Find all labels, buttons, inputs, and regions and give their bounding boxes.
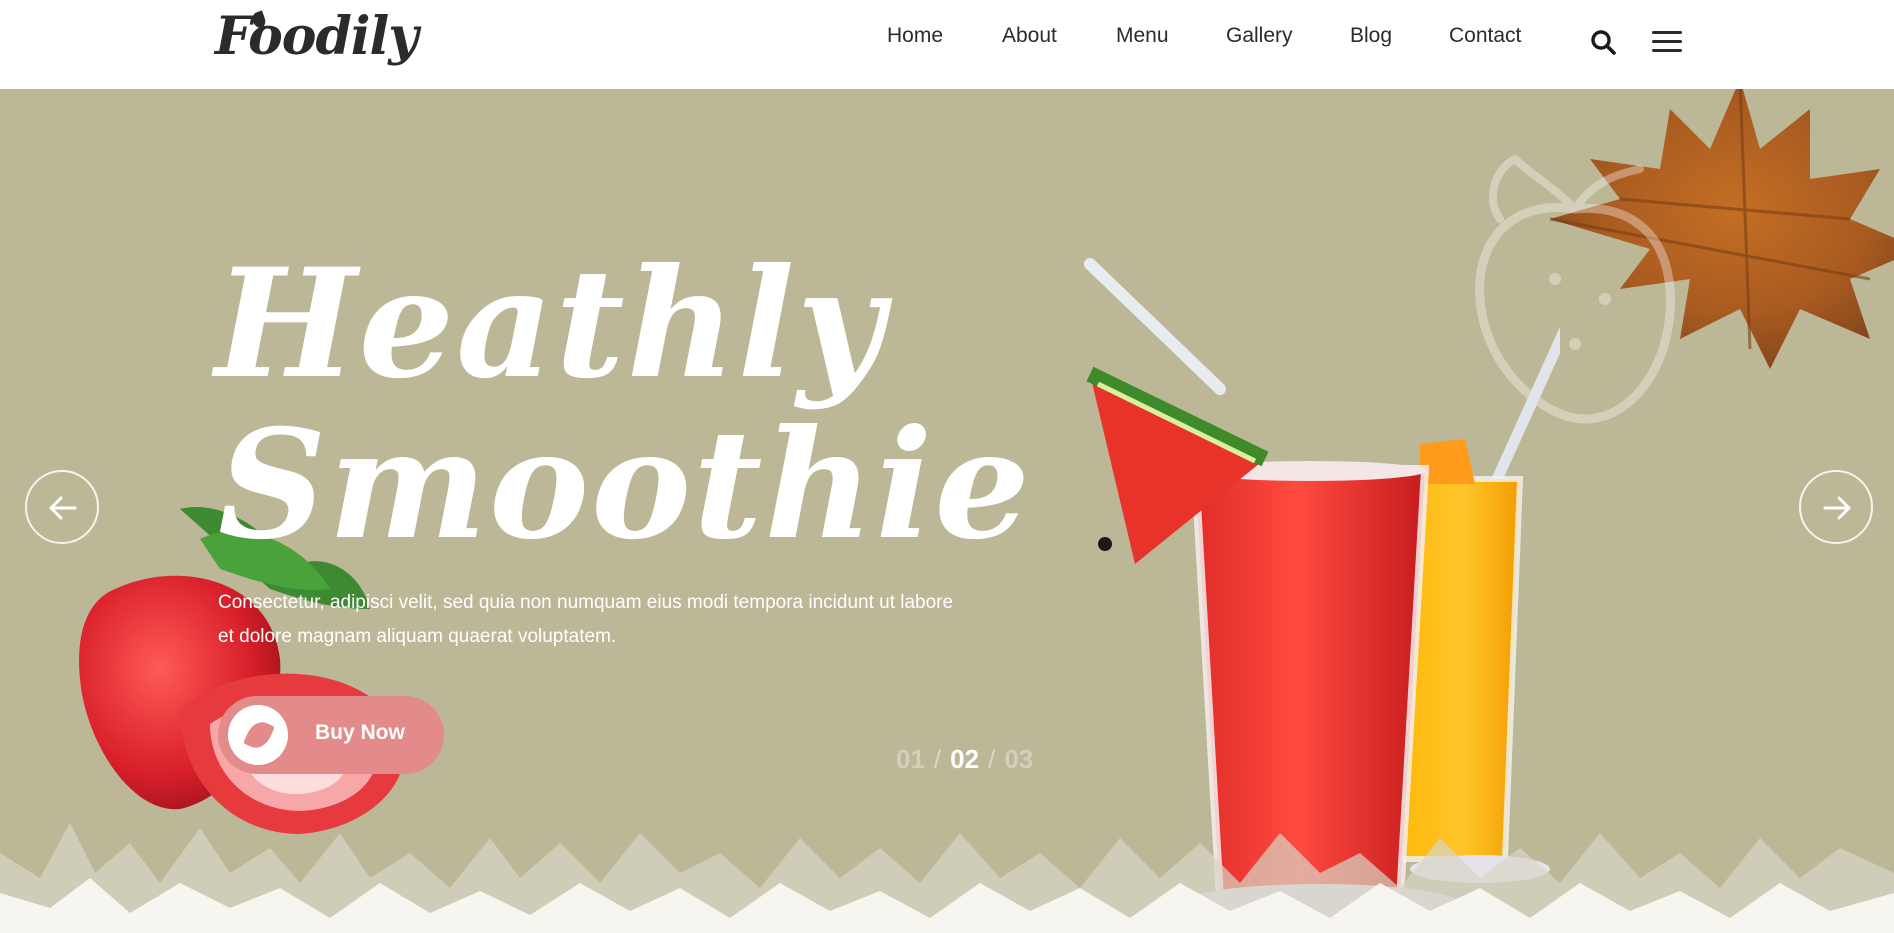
- nav-menu[interactable]: Menu: [1116, 24, 1169, 48]
- next-slide-button[interactable]: [1799, 470, 1873, 544]
- pager-current: 02: [950, 744, 980, 774]
- nav-gallery[interactable]: Gallery: [1226, 24, 1293, 48]
- buy-now-button[interactable]: Buy Now: [218, 696, 444, 774]
- buy-now-label: Buy Now: [315, 721, 405, 744]
- arrow-left-icon: [49, 496, 77, 520]
- leaf-icon: [243, 717, 275, 753]
- hero-description: Consectetur, adipisci velit, sed quia no…: [218, 592, 954, 647]
- hero-slider: Heathly Smoothie Consectetur, adipisci v…: [0, 89, 1894, 933]
- nav-contact[interactable]: Contact: [1449, 24, 1521, 48]
- prev-slide-button[interactable]: [25, 470, 99, 544]
- search-icon[interactable]: [1590, 29, 1616, 55]
- site-header: Foodily Home About Menu Gallery Blog Con…: [0, 0, 1894, 89]
- buy-button-icon-circle: [228, 705, 288, 765]
- pager-prev[interactable]: 01: [896, 744, 925, 774]
- nav-blog[interactable]: Blog: [1350, 24, 1392, 48]
- pager-next[interactable]: 03: [1004, 744, 1033, 774]
- hero-title-line-1: Heathly: [215, 236, 886, 412]
- slide-pager: 01 / 02 / 03: [896, 744, 1033, 775]
- pager-separator: /: [933, 744, 942, 774]
- arrow-right-icon: [1823, 496, 1851, 520]
- hero-title-line-2: Smoothie: [218, 397, 1032, 573]
- brush-grass-decoration: [0, 823, 1894, 933]
- nav-about[interactable]: About: [1002, 24, 1057, 48]
- nav-home[interactable]: Home: [887, 24, 943, 48]
- logo[interactable]: Foodily: [215, 6, 419, 67]
- hamburger-icon[interactable]: [1652, 31, 1682, 53]
- pager-separator: /: [988, 744, 996, 774]
